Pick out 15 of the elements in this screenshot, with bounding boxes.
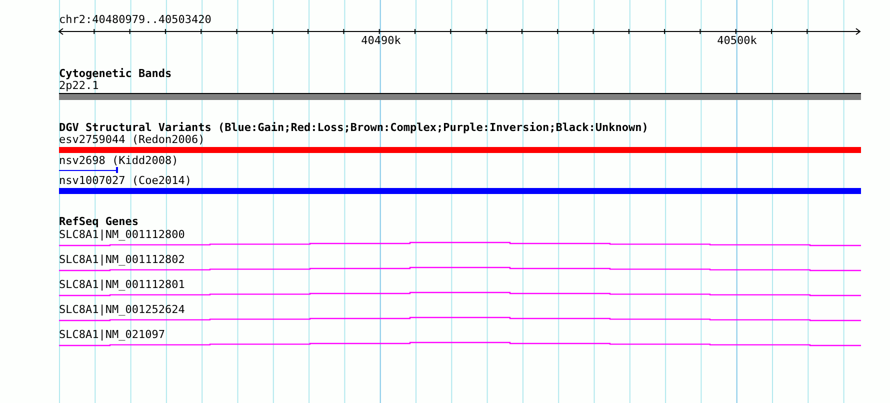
location-label: chr2:40480979..40503420	[59, 14, 212, 26]
feature-label: nsv2698 (Kidd2008)	[59, 155, 178, 167]
feature-label: SLC8A1|NM_001112800	[59, 229, 185, 241]
track-title: RefSeq Genes	[59, 216, 138, 228]
feature-label: esv2759044 (Redon2006)	[59, 134, 205, 146]
feature-label: 2p22.1	[59, 80, 99, 92]
ruler-tick-label: 40500k	[717, 34, 757, 47]
feature-label: SLC8A1|NM_021097	[59, 329, 165, 341]
feature-label: SLC8A1|NM_001112801	[59, 279, 185, 291]
feature-label: nsv1007027 (Coe2014)	[59, 175, 192, 187]
feature-label: SLC8A1|NM_001252624	[59, 304, 185, 316]
ruler-tick-label: 40490k	[361, 34, 401, 47]
track-title: Cytogenetic Bands	[59, 68, 172, 80]
track-title: DGV Structural Variants (Blue:Gain;Red:Loss;Brown:Complex;Purple:Inversion;Black:Unknown)	[59, 122, 648, 134]
feature-label: SLC8A1|NM_001112802	[59, 254, 185, 266]
